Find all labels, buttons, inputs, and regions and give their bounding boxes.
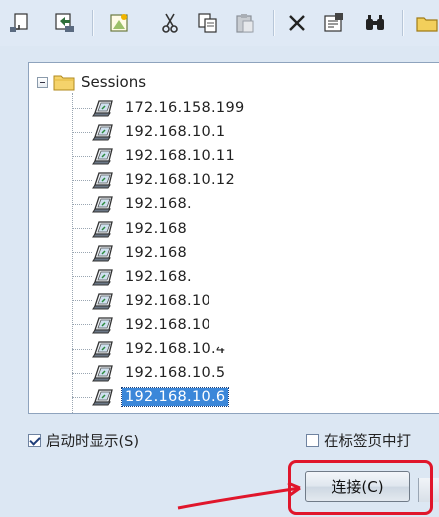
annotation-arrow xyxy=(177,481,301,510)
